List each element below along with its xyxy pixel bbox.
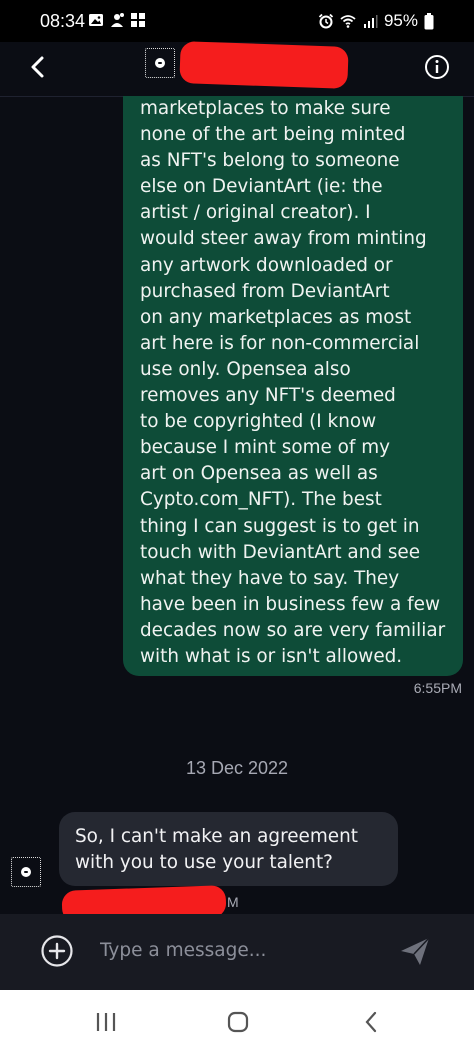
home-icon[interactable] bbox=[223, 1007, 253, 1037]
recent-apps-icon[interactable] bbox=[91, 1007, 121, 1037]
send-icon[interactable] bbox=[398, 934, 432, 968]
incoming-message-text: So, I can't make an agreement with you t… bbox=[75, 826, 358, 873]
back-icon[interactable] bbox=[357, 1007, 387, 1037]
message-list[interactable]: marketplaces to make sure none of the ar… bbox=[0, 96, 474, 914]
info-icon[interactable] bbox=[424, 54, 450, 80]
composer-bar bbox=[0, 914, 474, 990]
sender-avatar[interactable] bbox=[11, 857, 41, 887]
signal-icon bbox=[363, 15, 378, 28]
outgoing-message-text: marketplaces to make sure none of the ar… bbox=[140, 98, 446, 667]
incoming-message-bubble: So, I can't make an agreement with you t… bbox=[59, 812, 398, 886]
redacted-contact-name bbox=[179, 41, 349, 89]
person-alert-icon bbox=[111, 13, 124, 27]
contact-avatar[interactable] bbox=[145, 48, 175, 78]
conversation-header bbox=[0, 41, 474, 97]
windows-icon bbox=[131, 13, 145, 27]
status-time: 08:34 bbox=[40, 11, 86, 31]
outgoing-message-bubble: marketplaces to make sure none of the ar… bbox=[123, 96, 463, 676]
battery-percent: 95% bbox=[383, 11, 418, 30]
redacted-message-time bbox=[61, 885, 227, 914]
system-nav-bar bbox=[0, 990, 474, 1053]
gallery-icon bbox=[89, 14, 103, 26]
outgoing-message-time: 6:55PM bbox=[413, 680, 462, 696]
alarm-icon bbox=[318, 13, 334, 29]
add-circle-icon[interactable] bbox=[40, 934, 74, 968]
message-input[interactable] bbox=[86, 932, 376, 968]
back-arrow-icon[interactable] bbox=[24, 53, 52, 81]
battery-icon bbox=[424, 12, 434, 29]
time-fragment: M bbox=[227, 894, 239, 910]
status-bar: 08:34 95% bbox=[0, 0, 474, 42]
wifi-icon bbox=[340, 15, 356, 28]
date-separator: 13 Dec 2022 bbox=[185, 758, 289, 778]
system-status: 95% bbox=[318, 11, 434, 31]
notification-icons bbox=[88, 12, 146, 28]
